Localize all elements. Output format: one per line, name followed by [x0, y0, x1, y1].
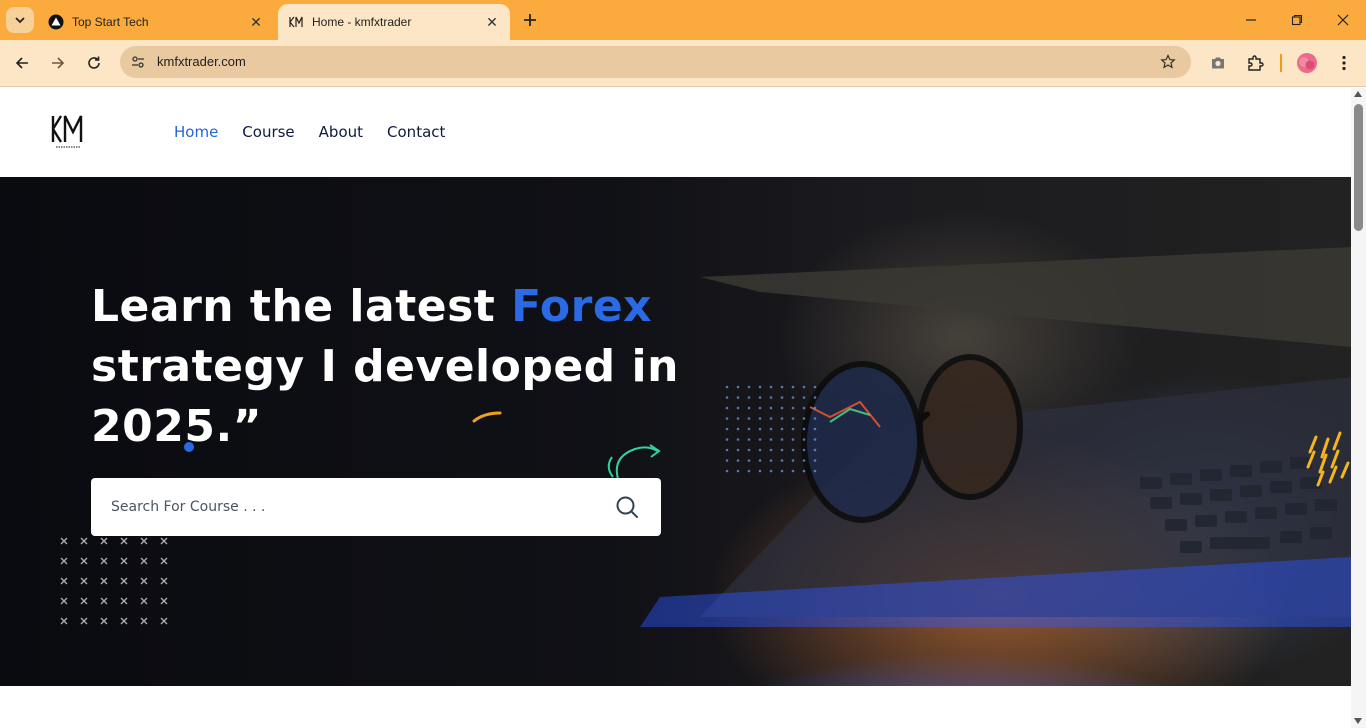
page-scrollbar[interactable]	[1351, 88, 1366, 728]
close-window-button[interactable]	[1331, 8, 1355, 32]
tab-search-button[interactable]	[6, 7, 34, 33]
nav-about[interactable]: About	[319, 123, 363, 141]
extensions-button[interactable]	[1243, 51, 1267, 75]
close-icon[interactable]: ✕	[482, 12, 502, 32]
restore-button[interactable]	[1285, 8, 1309, 32]
hero-heading-part2: strategy I developed in 2025.”	[91, 341, 679, 452]
back-button[interactable]	[10, 51, 34, 75]
chevron-down-icon	[15, 17, 25, 24]
address-bar[interactable]: kmfxtrader.com	[120, 46, 1191, 78]
more-vertical-icon	[1342, 55, 1346, 71]
hero-heading: Learn the latest Forex strategy I develo…	[91, 277, 691, 457]
arrow-right-icon	[52, 57, 65, 69]
forward-button[interactable]	[46, 51, 70, 75]
browser-tab-bar: Top Start Tech ✕ Home - kmfxtrader ✕	[0, 0, 1366, 40]
bookmark-star-icon[interactable]	[1157, 51, 1179, 73]
nav-home[interactable]: Home	[174, 123, 218, 141]
search-button[interactable]	[613, 493, 641, 521]
hero-heading-part1: Learn the latest	[91, 281, 512, 332]
course-search-input[interactable]	[111, 478, 601, 536]
reload-button[interactable]	[82, 51, 106, 75]
hero-section: Learn the latest Forex strategy I develo…	[0, 177, 1351, 686]
close-icon	[1337, 14, 1349, 26]
tab-title: Home - kmfxtrader	[312, 15, 412, 29]
close-icon[interactable]: ✕	[246, 12, 266, 32]
site-info-icon[interactable]	[126, 50, 150, 74]
tab-top-start-tech[interactable]: Top Start Tech ✕	[38, 4, 274, 40]
search-icon	[616, 496, 638, 518]
camera-icon	[1212, 57, 1224, 69]
minimize-icon	[1246, 19, 1256, 21]
nav-contact[interactable]: Contact	[387, 123, 445, 141]
toolbar-divider	[1280, 54, 1282, 72]
puzzle-icon	[1248, 55, 1264, 71]
screenshot-button[interactable]	[1206, 51, 1230, 75]
web-page: Home Course About Contact Learn the late…	[0, 88, 1351, 728]
main-nav: Home Course About Contact	[174, 123, 445, 141]
scroll-down-arrow-icon[interactable]	[1354, 718, 1362, 724]
km-logo-icon	[288, 14, 304, 30]
restore-icon	[1291, 14, 1303, 26]
course-search-box	[91, 478, 661, 536]
tab-title: Top Start Tech	[72, 15, 149, 29]
triangle-logo-icon	[48, 14, 64, 30]
scrollbar-thumb[interactable]	[1354, 104, 1363, 231]
tab-home-kmfxtrader[interactable]: Home - kmfxtrader ✕	[278, 4, 510, 40]
browser-menu-button[interactable]	[1332, 51, 1356, 75]
avatar-icon	[1297, 53, 1317, 73]
nav-course[interactable]: Course	[242, 123, 294, 141]
plus-icon	[524, 14, 536, 26]
profile-avatar[interactable]	[1295, 51, 1319, 75]
url-text[interactable]: kmfxtrader.com	[157, 54, 246, 69]
browser-toolbar: kmfxtrader.com	[0, 40, 1366, 87]
site-header: Home Course About Contact	[0, 88, 1351, 177]
km-logo[interactable]	[48, 112, 88, 152]
reload-icon	[88, 56, 100, 69]
hero-heading-highlight: Forex	[511, 281, 653, 332]
minimize-button[interactable]	[1239, 8, 1263, 32]
new-tab-button[interactable]	[518, 8, 542, 32]
page-below-hero	[0, 686, 1351, 728]
arrow-left-icon	[15, 57, 28, 69]
scroll-up-arrow-icon[interactable]	[1354, 91, 1362, 97]
